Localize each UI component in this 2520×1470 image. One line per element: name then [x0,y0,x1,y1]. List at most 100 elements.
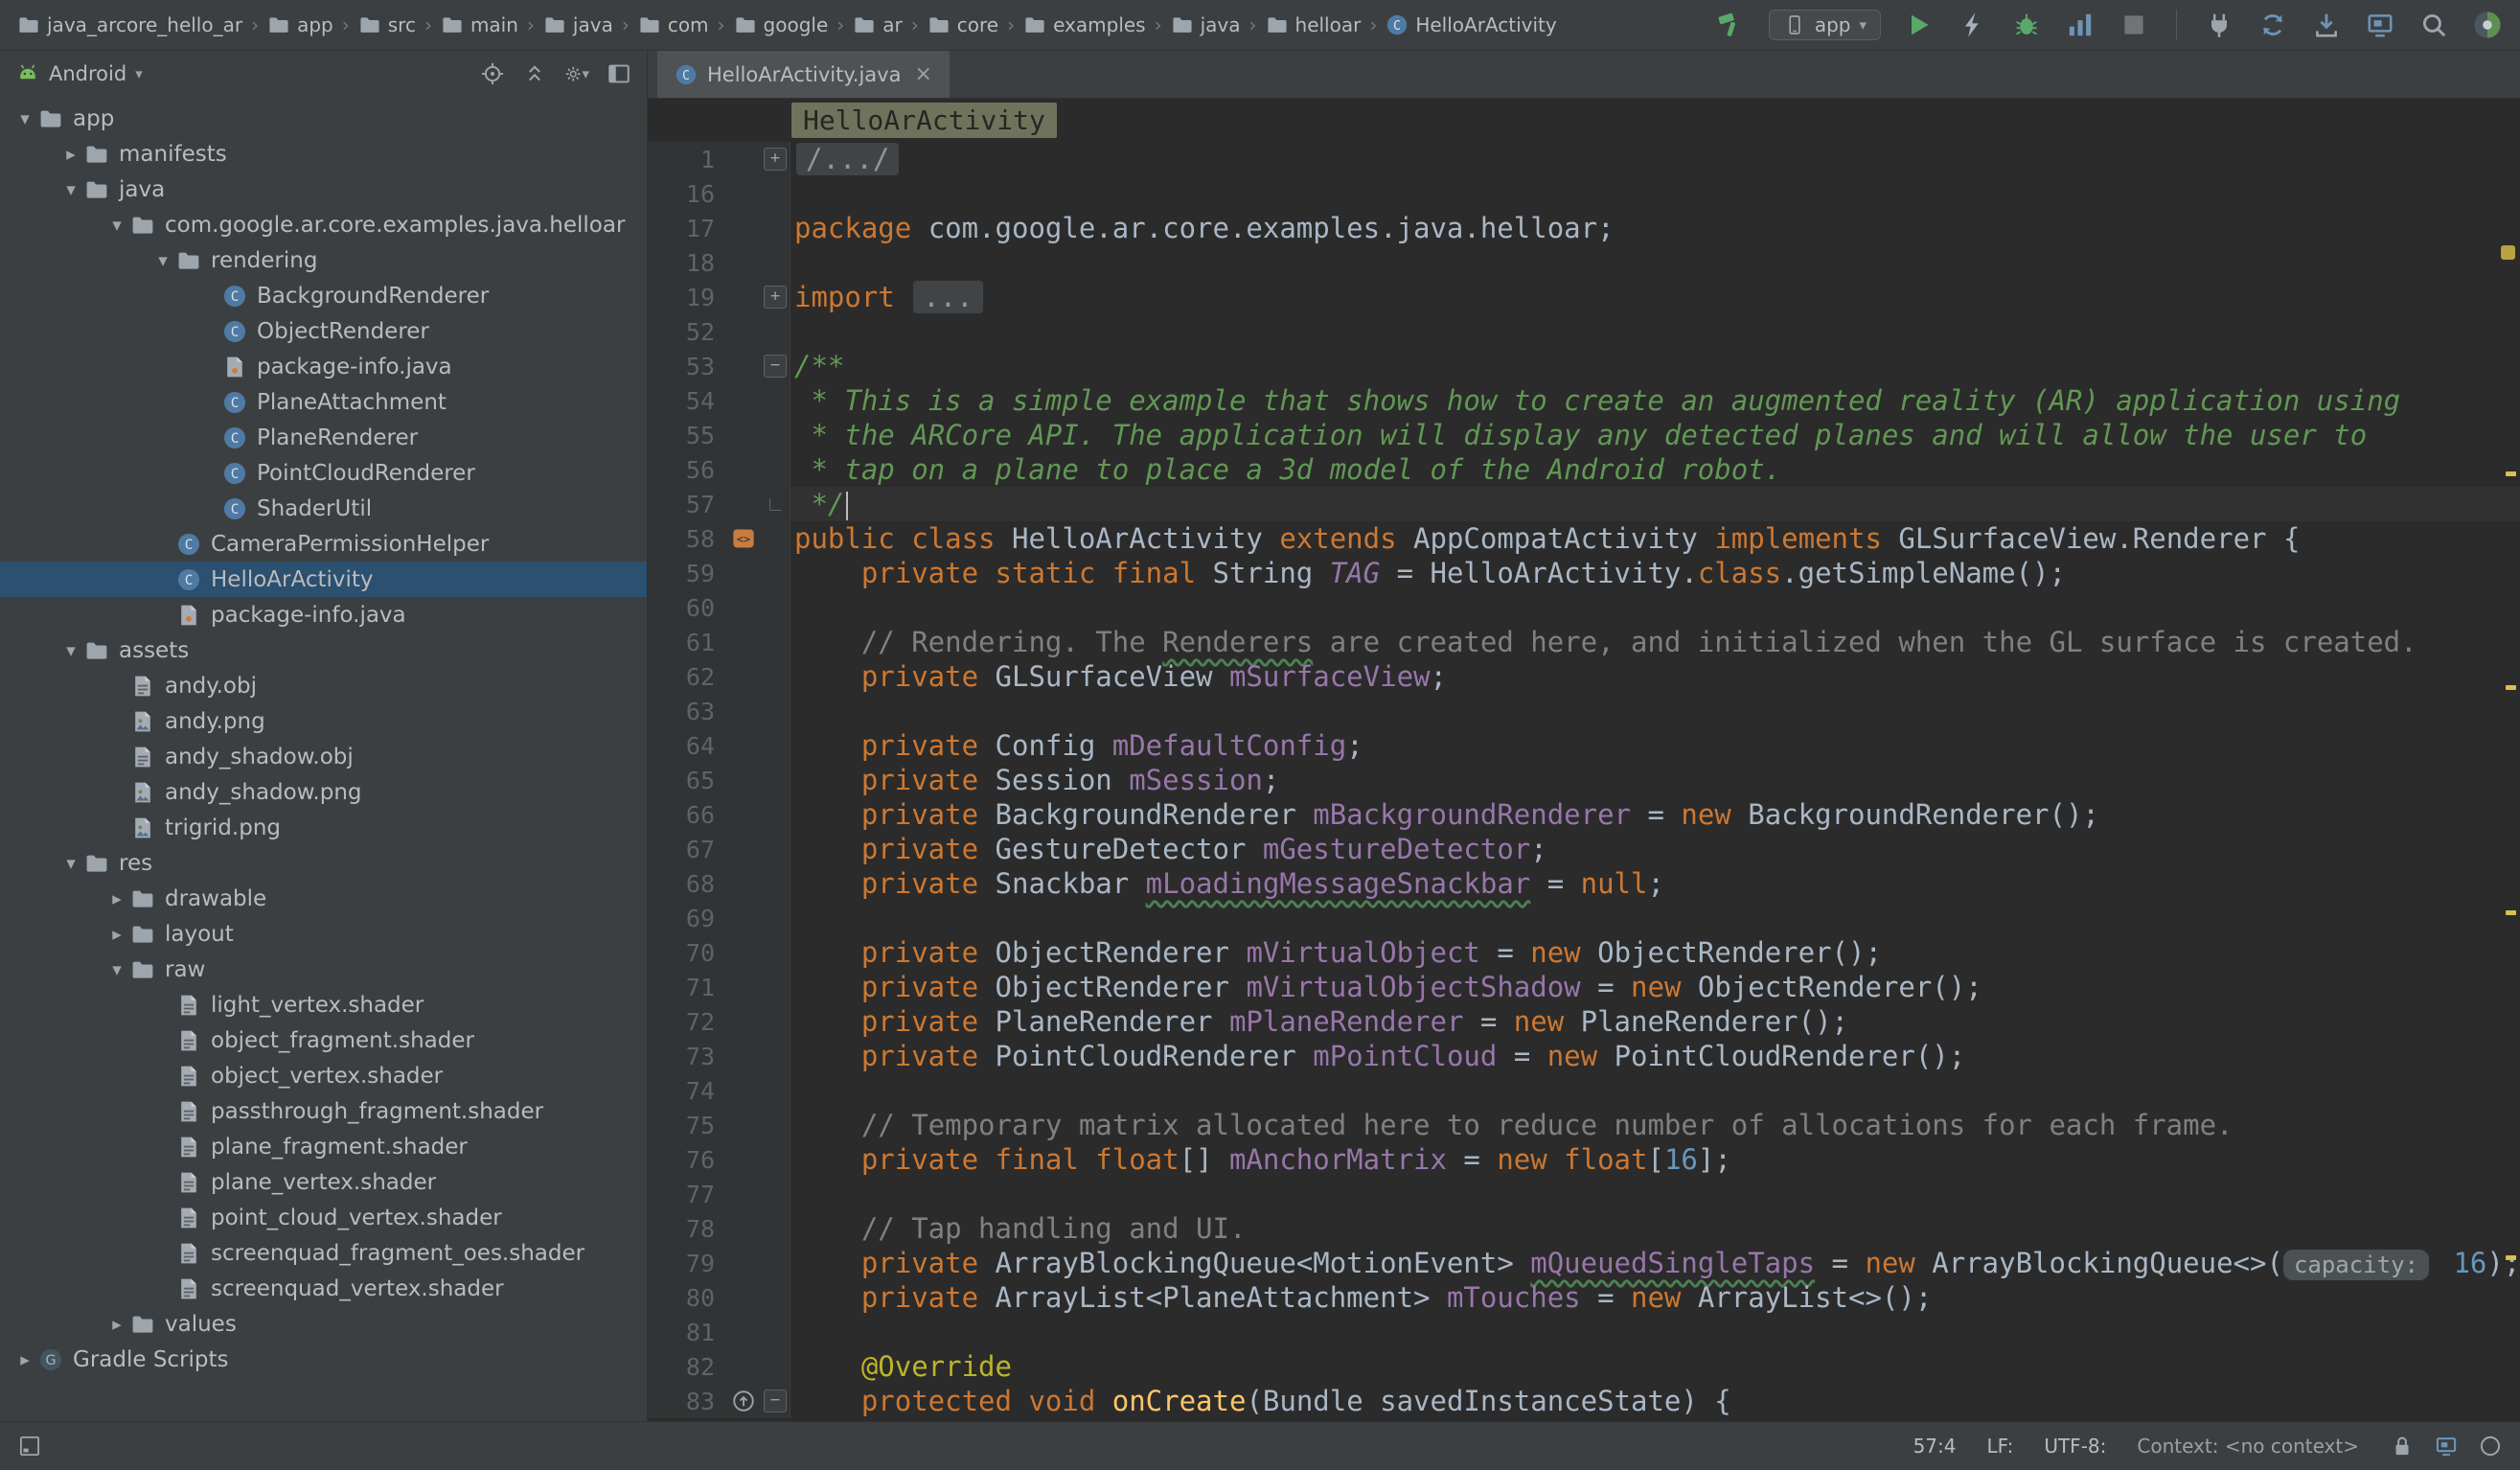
gutter-line-number[interactable]: 17 [648,211,726,245]
code-line[interactable]: 19+import ... [648,280,2520,314]
locate-file-icon[interactable] [480,61,505,86]
gradle-sync-icon[interactable] [2257,10,2288,40]
tree-chevron-icon[interactable]: ▾ [57,640,84,661]
gutter-line-number[interactable]: 80 [648,1280,726,1315]
tree-chevron-icon[interactable]: ▾ [11,108,38,129]
caret-position[interactable]: 57:4 [1913,1435,1957,1458]
code-line[interactable]: 79 private ArrayBlockingQueue<MotionEven… [648,1246,2520,1280]
fold-marker-icon[interactable]: + [761,280,790,314]
tree-chevron-icon[interactable]: ▾ [149,250,176,271]
tree-chevron-icon[interactable]: ▾ [103,215,130,236]
gutter-line-number[interactable]: 19 [648,280,726,314]
code-line[interactable]: 66 private BackgroundRenderer mBackgroun… [648,797,2520,832]
tree-item-screenquad-vertex-shader[interactable]: screenquad_vertex.shader [0,1271,647,1306]
code-line[interactable]: 73 private PointCloudRenderer mPointClou… [648,1039,2520,1073]
codemarker-gutter-icon[interactable]: <> [726,521,761,556]
code-line[interactable]: 58<>public class HelloArActivity extends… [648,521,2520,556]
code-line[interactable]: 75 // Temporary matrix allocated here to… [648,1108,2520,1142]
code-line[interactable]: 70 private ObjectRenderer mVirtualObject… [648,935,2520,970]
gutter-line-number[interactable]: 79 [648,1246,726,1280]
screen-reader-mode-icon[interactable] [2434,1434,2459,1459]
code-line[interactable]: 67 private GestureDetector mGestureDetec… [648,832,2520,866]
gutter-line-number[interactable]: 73 [648,1039,726,1073]
close-tab-icon[interactable]: × [914,62,931,86]
debug-icon[interactable] [2011,10,2042,40]
code-line[interactable]: 81 [648,1315,2520,1349]
tree-item-res[interactable]: ▾res [0,845,647,881]
code-line[interactable]: 78 // Tap handling and UI. [648,1211,2520,1246]
search-everywhere-icon[interactable] [2418,10,2449,40]
code-line[interactable]: 64 private Config mDefaultConfig; [648,728,2520,763]
tree-chevron-icon[interactable]: ▾ [57,179,84,200]
tree-item-assets[interactable]: ▾assets [0,632,647,668]
gutter-line-number[interactable]: 58 [648,521,726,556]
tree-item-package-info-java[interactable]: package-info.java [0,349,647,384]
code-line[interactable]: 57 */ [648,487,2520,521]
breadcrumb-com[interactable]: com [638,13,709,36]
gutter-line-number[interactable]: 70 [648,935,726,970]
code-line[interactable]: 18 [648,245,2520,280]
breadcrumb-google[interactable]: google [734,13,829,36]
tree-item-object-fragment-shader[interactable]: object_fragment.shader [0,1022,647,1058]
apply-changes-icon[interactable] [1958,10,1988,40]
tree-item-point-cloud-vertex-shader[interactable]: point_cloud_vertex.shader [0,1200,647,1235]
tree-item-camerapermissionhelper[interactable]: CCameraPermissionHelper [0,526,647,562]
tree-item-object-vertex-shader[interactable]: object_vertex.shader [0,1058,647,1093]
tree-item-andy-png[interactable]: andy.png [0,703,647,739]
tree-item-com-google-ar-core-examples-java-helloar[interactable]: ▾com.google.ar.core.examples.java.helloa… [0,207,647,242]
editor-breadcrumb-current[interactable]: HelloArActivity [791,103,1057,138]
code-line[interactable]: 59 private static final String TAG = Hel… [648,556,2520,590]
tree-item-andy-shadow-obj[interactable]: andy_shadow.obj [0,739,647,774]
breadcrumb-java[interactable]: java [543,13,613,36]
collapse-all-icon[interactable] [522,61,547,86]
breadcrumb-examples[interactable]: examples [1023,13,1146,36]
gutter-line-number[interactable]: 59 [648,556,726,590]
line-separator[interactable]: LF: [1986,1435,2013,1458]
tree-item-manifests[interactable]: ▸manifests [0,136,647,172]
tab-helloaractivity-java[interactable]: C HelloArActivity.java × [657,51,950,98]
sdk-manager-icon[interactable] [2311,10,2342,40]
code-line[interactable]: 69 [648,901,2520,935]
gutter-line-number[interactable]: 75 [648,1108,726,1142]
gutter-line-number[interactable]: 72 [648,1004,726,1039]
code-line[interactable]: 60 [648,590,2520,625]
gutter-line-number[interactable]: 61 [648,625,726,659]
code-line[interactable]: 80 private ArrayList<PlaneAttachment> mT… [648,1280,2520,1315]
code-line[interactable]: 52 [648,314,2520,349]
gutter-line-number[interactable]: 77 [648,1177,726,1211]
tree-item-andy-shadow-png[interactable]: andy_shadow.png [0,774,647,810]
gutter-line-number[interactable]: 81 [648,1315,726,1349]
tree-item-plane-fragment-shader[interactable]: plane_fragment.shader [0,1129,647,1164]
tree-item-trigrid-png[interactable]: trigrid.png [0,810,647,845]
tree-item-objectrenderer[interactable]: CObjectRenderer [0,313,647,349]
tree-chevron-icon[interactable]: ▸ [103,888,130,909]
tree-item-app[interactable]: ▾app [0,101,647,136]
gutter-line-number[interactable]: 1 [648,142,726,176]
code-line[interactable]: 62 private GLSurfaceView mSurfaceView; [648,659,2520,694]
run-configuration-selector[interactable]: app▾ [1769,10,1881,40]
run-icon[interactable] [1904,10,1935,40]
code-editor[interactable]: 1+/.../1617package com.google.ar.core.ex… [648,142,2520,1421]
assistant-icon[interactable] [2472,10,2503,40]
tree-chevron-icon[interactable]: ▾ [57,853,84,874]
breadcrumb-app[interactable]: app [267,13,333,36]
tree-item-shaderutil[interactable]: CShaderUtil [0,491,647,526]
tree-item-values[interactable]: ▸values [0,1306,647,1342]
code-line[interactable]: 71 private ObjectRenderer mVirtualObject… [648,970,2520,1004]
gutter-line-number[interactable]: 69 [648,901,726,935]
tree-item-package-info-java[interactable]: package-info.java [0,597,647,632]
tree-chevron-icon[interactable]: ▸ [103,924,130,945]
code-line[interactable]: 65 private Session mSession; [648,763,2520,797]
layout-inspector-icon[interactable] [2365,10,2395,40]
gutter-line-number[interactable]: 66 [648,797,726,832]
breadcrumb-ar[interactable]: ar [853,13,902,36]
tree-chevron-icon[interactable]: ▸ [57,144,84,165]
tree-item-planerenderer[interactable]: CPlaneRenderer [0,420,647,455]
tree-item-java[interactable]: ▾java [0,172,647,207]
fold-marker-icon[interactable] [761,487,790,521]
gutter-line-number[interactable]: 82 [648,1349,726,1384]
tree-item-planeattachment[interactable]: CPlaneAttachment [0,384,647,420]
code-line[interactable]: 56 * tap on a plane to place a 3d model … [648,452,2520,487]
tree-chevron-icon[interactable]: ▸ [103,1314,130,1335]
code-line[interactable]: 54 * This is a simple example that shows… [648,383,2520,418]
